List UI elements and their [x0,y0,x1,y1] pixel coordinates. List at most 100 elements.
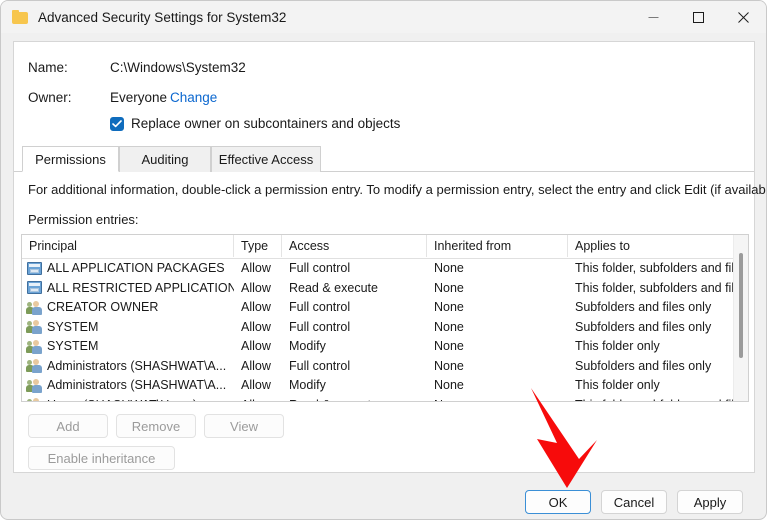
table-row[interactable]: ALL RESTRICTED APPLICATION... Allow Read… [22,279,748,299]
column-header-applies-to[interactable]: Applies to [568,235,735,257]
ok-button[interactable]: OK [525,490,591,514]
permission-entries-label: Permission entries: [28,212,139,227]
tab-effective-access[interactable]: Effective Access [211,146,321,172]
cell-principal: SYSTEM [22,337,234,357]
remove-button[interactable]: Remove [116,414,196,438]
cancel-button-label: Cancel [614,495,654,510]
column-header-inherited-from[interactable]: Inherited from [427,235,568,257]
cell-access: Full control [282,318,427,338]
cell-applies-to: This folder, subfolders and files [568,259,740,279]
table-row[interactable]: Administrators (SHASHWAT\A... Allow Modi… [22,376,748,396]
cell-type: Allow [234,337,282,357]
column-header-type[interactable]: Type [234,235,282,257]
tab-permissions-label: Permissions [35,152,106,167]
cell-applies-to: Subfolders and files only [568,298,740,318]
apply-button[interactable]: Apply [677,490,743,514]
cell-principal-text: Administrators (SHASHWAT\A... [47,357,226,377]
users-icon [27,379,42,393]
enable-inheritance-button[interactable]: Enable inheritance [28,446,175,470]
cell-access: Read & execute [282,279,427,299]
close-icon[interactable] [721,1,766,33]
users-icon [27,301,42,315]
users-icon [27,320,42,334]
users-icon [27,340,42,354]
column-header-principal[interactable]: Principal [22,235,234,257]
view-button[interactable]: View [204,414,284,438]
cell-applies-to: Subfolders and files only [568,318,740,338]
tab-effective-access-label: Effective Access [219,152,313,167]
cell-access: Full control [282,357,427,377]
cell-principal: CREATOR OWNER [22,298,234,318]
add-button-label: Add [56,419,79,434]
scrollbar-thumb[interactable] [739,253,743,358]
cell-access: Modify [282,376,427,396]
cell-inherited-from: None [427,337,568,357]
table-row[interactable]: SYSTEM Allow Modify None This folder onl… [22,337,748,357]
cell-inherited-from: None [427,259,568,279]
cell-principal-text: ALL RESTRICTED APPLICATION... [47,279,234,299]
cell-inherited-from: None [427,279,568,299]
advanced-security-settings-dialog: Advanced Security Settings for System32 … [0,0,767,520]
cell-applies-to: This folder only [568,376,740,396]
users-icon [27,359,42,373]
name-value: C:\Windows\System32 [110,60,246,75]
replace-owner-label: Replace owner on subcontainers and objec… [131,116,400,131]
cell-inherited-from: None [427,298,568,318]
users-icon [27,398,42,402]
tab-auditing-label: Auditing [142,152,189,167]
cell-principal-text: Administrators (SHASHWAT\A... [47,376,226,396]
apply-button-label: Apply [694,495,727,510]
table-row[interactable]: ALL APPLICATION PACKAGES Allow Full cont… [22,259,748,279]
change-owner-link[interactable]: Change [170,90,217,105]
cell-inherited-from: None [427,357,568,377]
cell-principal: SYSTEM [22,318,234,338]
cell-type: Allow [234,318,282,338]
tab-permissions[interactable]: Permissions [22,146,119,172]
cell-principal-text: CREATOR OWNER [47,298,158,318]
instructions-text: For additional information, double-click… [28,182,767,197]
replace-owner-checkbox[interactable] [110,117,124,131]
minimize-icon[interactable] [631,1,676,33]
cancel-button[interactable]: Cancel [601,490,667,514]
cell-principal: ALL RESTRICTED APPLICATION... [22,279,234,299]
cell-principal-text: SYSTEM [47,337,98,357]
cell-access: Full control [282,259,427,279]
table-row[interactable]: Administrators (SHASHWAT\A... Allow Full… [22,357,748,377]
content-panel: Name: C:\Windows\System32 Owner: Everyon… [13,41,755,473]
cell-applies-to: This folder only [568,337,740,357]
cell-access: Full control [282,298,427,318]
package-icon [27,262,42,276]
cell-applies-to: This folder, subfolders and files [568,396,740,403]
table-row[interactable]: Users (SHASHWAT\Users) Allow Read & exec… [22,396,748,403]
cell-inherited-from: None [427,318,568,338]
cell-principal: Administrators (SHASHWAT\A... [22,376,234,396]
cell-principal: Users (SHASHWAT\Users) [22,396,234,403]
cell-type: Allow [234,376,282,396]
cell-applies-to: Subfolders and files only [568,357,740,377]
cell-principal: ALL APPLICATION PACKAGES [22,259,234,279]
permission-entries-list[interactable]: Principal Type Access Inherited from App… [21,234,749,402]
package-icon [27,281,42,295]
owner-label: Owner: [28,90,72,105]
maximize-icon[interactable] [676,1,721,33]
list-vertical-scrollbar[interactable] [733,235,748,401]
cell-type: Allow [234,357,282,377]
view-button-label: View [230,419,258,434]
cell-applies-to: This folder, subfolders and files [568,279,740,299]
table-row[interactable]: CREATOR OWNER Allow Full control None Su… [22,298,748,318]
list-rows: ALL APPLICATION PACKAGES Allow Full cont… [22,259,748,402]
table-row[interactable]: SYSTEM Allow Full control None Subfolder… [22,318,748,338]
cell-type: Allow [234,279,282,299]
window-title: Advanced Security Settings for System32 [38,10,286,25]
cell-type: Allow [234,259,282,279]
cell-access: Modify [282,337,427,357]
replace-owner-checkbox-row[interactable]: Replace owner on subcontainers and objec… [110,116,400,131]
add-button[interactable]: Add [28,414,108,438]
cell-inherited-from: None [427,396,568,403]
tab-auditing[interactable]: Auditing [119,146,211,172]
list-header: Principal Type Access Inherited from App… [22,235,748,259]
column-header-access[interactable]: Access [282,235,427,257]
window-controls [631,1,766,33]
remove-button-label: Remove [132,419,180,434]
cell-type: Allow [234,396,282,403]
